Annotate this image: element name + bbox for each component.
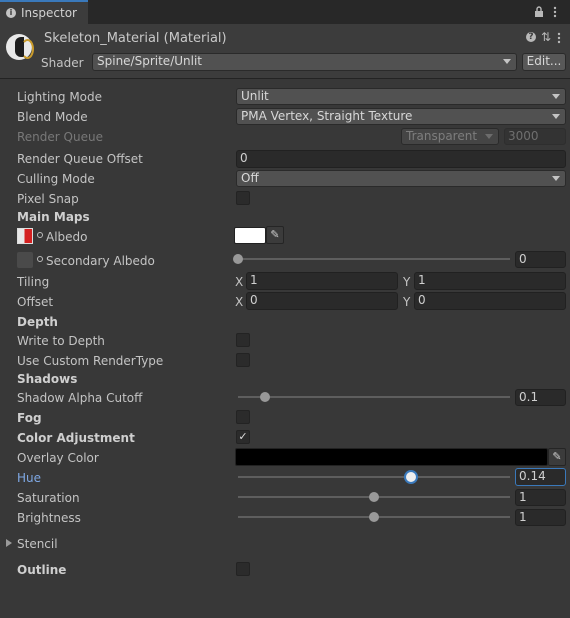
- eyedropper-icon[interactable]: ✎: [266, 226, 284, 244]
- edit-shader-button[interactable]: Edit...: [522, 53, 566, 71]
- secondary-albedo-slider-handle[interactable]: [233, 254, 243, 264]
- shadow-alpha-cutoff-slider-track[interactable]: [238, 396, 510, 398]
- culling-mode-value: Off: [241, 171, 259, 185]
- hue-label: Hue: [17, 471, 42, 485]
- shader-label: Shader: [41, 56, 84, 70]
- offset-x-label: X: [235, 295, 244, 309]
- secondary-albedo-slider-track[interactable]: [238, 258, 510, 260]
- lock-icon[interactable]: [534, 6, 544, 21]
- lighting-mode-value: Unlit: [241, 89, 269, 103]
- albedo-texture-slot[interactable]: [17, 228, 33, 244]
- material-name: Skeleton_Material (Material): [44, 31, 227, 46]
- render-queue-offset-label: Render Queue Offset: [17, 152, 143, 166]
- shadow-alpha-cutoff-slider-handle[interactable]: [260, 392, 271, 402]
- shader-value: Spine/Sprite/Unlit: [97, 54, 202, 68]
- offset-y-input[interactable]: 0: [414, 292, 566, 310]
- offset-y-label: Y: [403, 295, 411, 309]
- shader-dropdown[interactable]: Spine/Sprite/Unlit: [92, 53, 517, 71]
- offset-x-input[interactable]: 0: [246, 292, 398, 310]
- lighting-mode-dropdown[interactable]: Unlit: [236, 88, 566, 105]
- outline-label: Outline: [17, 563, 67, 577]
- hue-value[interactable]: 0.14: [515, 468, 566, 486]
- depth-heading: Depth: [17, 315, 58, 329]
- render-queue-dropdown: Transparent: [401, 128, 499, 145]
- albedo-color-swatch[interactable]: [234, 227, 266, 244]
- saturation-slider-handle[interactable]: [369, 492, 379, 502]
- culling-mode-dropdown[interactable]: Off: [236, 170, 566, 187]
- offset-label: Offset: [17, 295, 54, 309]
- secondary-albedo-label: Secondary Albedo: [46, 254, 155, 268]
- secondary-albedo-value[interactable]: 0: [515, 251, 566, 268]
- color-adjustment-checkbox[interactable]: ✓: [236, 430, 250, 444]
- preset-icon[interactable]: ⇅: [541, 30, 551, 44]
- render-queue-label: Render Queue: [17, 130, 103, 144]
- secondary-albedo-texture-slot[interactable]: [17, 252, 33, 268]
- render-queue-number: 3000: [504, 128, 566, 145]
- brightness-value[interactable]: 1: [515, 509, 566, 526]
- tiling-x-input[interactable]: 1: [246, 272, 398, 290]
- saturation-value[interactable]: 1: [515, 489, 566, 506]
- fog-checkbox[interactable]: [236, 410, 250, 424]
- pixel-snap-checkbox[interactable]: [236, 191, 250, 205]
- chevron-down-icon: [503, 59, 511, 64]
- overlay-color-swatch[interactable]: [235, 448, 548, 466]
- tab-inspector[interactable]: i Inspector: [0, 0, 88, 24]
- chevron-down-icon: [552, 176, 560, 181]
- brightness-label: Brightness: [17, 511, 81, 525]
- material-icon: [6, 34, 34, 60]
- chevron-down-icon: [552, 114, 560, 119]
- tiling-y-input[interactable]: 1: [414, 272, 566, 290]
- lighting-mode-label: Lighting Mode: [17, 90, 103, 104]
- blend-mode-label: Blend Mode: [17, 110, 88, 124]
- albedo-object-picker-icon[interactable]: [37, 232, 43, 238]
- overlay-color-label: Overlay Color: [17, 451, 99, 465]
- tab-inspector-label: Inspector: [21, 6, 77, 20]
- render-queue-offset-input[interactable]: 0: [236, 150, 566, 168]
- shadow-alpha-cutoff-label: Shadow Alpha Cutoff: [17, 391, 143, 405]
- saturation-label: Saturation: [17, 491, 80, 505]
- checkmark-icon: ✓: [238, 430, 248, 443]
- pixel-snap-label: Pixel Snap: [17, 192, 79, 206]
- use-custom-rendertype-label: Use Custom RenderType: [17, 354, 164, 368]
- main-maps-heading: Main Maps: [17, 210, 90, 224]
- hue-slider-handle[interactable]: [403, 470, 418, 484]
- write-to-depth-label: Write to Depth: [17, 334, 105, 348]
- kebab-menu-icon[interactable]: [557, 32, 561, 47]
- secondary-albedo-object-picker-icon[interactable]: [37, 256, 43, 262]
- color-adjustment-label: Color Adjustment: [17, 431, 135, 445]
- tiling-label: Tiling: [17, 275, 50, 289]
- albedo-label: Albedo: [46, 230, 88, 244]
- tiling-x-label: X: [235, 275, 244, 289]
- tiling-y-label: Y: [403, 275, 411, 289]
- info-icon: i: [6, 8, 16, 18]
- outline-checkbox[interactable]: [236, 562, 250, 576]
- shadows-heading: Shadows: [17, 372, 78, 386]
- chevron-down-icon: [552, 94, 560, 99]
- culling-mode-label: Culling Mode: [17, 172, 95, 186]
- eyedropper-icon[interactable]: ✎: [548, 448, 566, 466]
- fog-label: Fog: [17, 411, 42, 425]
- brightness-slider-handle[interactable]: [369, 512, 379, 522]
- hue-slider-track[interactable]: [238, 476, 510, 478]
- write-to-depth-checkbox[interactable]: [236, 333, 250, 347]
- use-custom-rendertype-checkbox[interactable]: [236, 353, 250, 367]
- help-icon[interactable]: ?: [526, 32, 536, 42]
- blend-mode-value: PMA Vertex, Straight Texture: [241, 109, 413, 123]
- kebab-menu-icon[interactable]: [553, 6, 557, 21]
- stencil-foldout-label[interactable]: Stencil: [17, 537, 58, 551]
- render-queue-value: Transparent: [406, 129, 478, 143]
- foldout-arrow-icon[interactable]: [6, 539, 12, 547]
- blend-mode-dropdown[interactable]: PMA Vertex, Straight Texture: [236, 108, 566, 125]
- shadow-alpha-cutoff-value[interactable]: 0.1: [515, 389, 566, 406]
- chevron-down-icon: [485, 134, 493, 139]
